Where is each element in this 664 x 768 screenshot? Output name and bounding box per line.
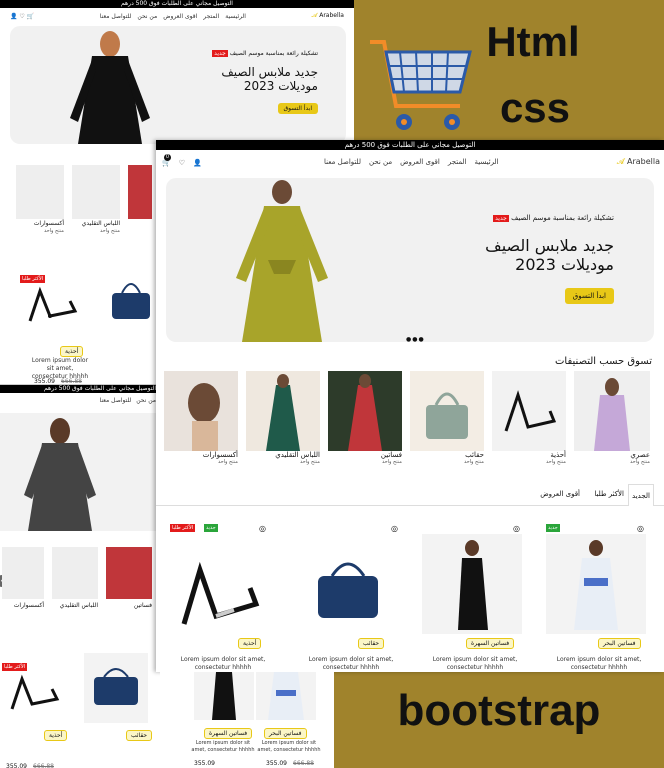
product-card-evening-dress[interactable]: ◎ فساتين السهرة Lorem ipsum dolor sit am…: [422, 524, 522, 671]
hero-title: جديد ملابس الصيف: [485, 236, 614, 255]
bag-image: [318, 562, 378, 618]
user-icon[interactable]: 👤: [193, 159, 202, 167]
shoe-image: [28, 286, 78, 322]
compare-icon[interactable]: ◎: [637, 524, 644, 533]
nav-links: للتواصل معنا من نحن اقوى العروض المتجر ا…: [324, 158, 499, 166]
hero-banner: تشكيلة رائعة بمناسبة موسم الصيف جديد جدي…: [10, 26, 346, 144]
nav-offers[interactable]: اقوى العروض: [400, 158, 440, 166]
shop-now-button[interactable]: ابدأ التسوق: [277, 103, 318, 114]
compare-icon[interactable]: ◎: [513, 524, 520, 533]
promo-text-bootstrap: bootstrap: [397, 686, 601, 735]
category-card-bags[interactable]: حقائب منتج واحد: [410, 371, 484, 465]
hero-model-image: [24, 418, 96, 531]
hero-model-image: [70, 31, 150, 144]
free-shipping-bar: التوصيل مجاني على الطلبات فوق 500 درهم: [156, 140, 664, 150]
category-thumb[interactable]: [128, 165, 152, 219]
hero-banner: [0, 413, 160, 531]
new-badge: جديد: [493, 215, 509, 222]
category-card-traditional[interactable]: اللباس التقليدي منتج واحد: [246, 371, 320, 465]
nav-icons[interactable]: 👤 ♡ 🛒: [10, 13, 34, 20]
promo-text-html: Html: [486, 18, 580, 65]
hero-tagline: تشكيلة رائعة بمناسبة موسم الصيف: [511, 214, 614, 222]
screenshot-desktop-front: التوصيل مجاني على الطلبات فوق 500 درهم 🛒…: [156, 140, 664, 672]
navbar: 🛒 0 ♡ 👤 للتواصل معنا من نحن اقوى العروض ا…: [156, 150, 664, 176]
shopping-cart-icon: [370, 40, 472, 130]
shop-now-button[interactable]: ابدأ التسوق: [564, 288, 614, 304]
free-shipping-bar: التوصيل مجاني على الطلبات فوق 500 درهم: [0, 0, 354, 8]
dress-image: [422, 534, 522, 634]
nav-links[interactable]: للتواصل معنا من نحن اقوى العروض المتجر ا…: [100, 13, 246, 20]
hero-model-image: [236, 180, 328, 342]
shoe-image: [181, 561, 260, 625]
category-card-shoes[interactable]: أحذية منتج واحد: [492, 371, 566, 465]
product-tabs: أقوى العروض الأكثر طلبا الجديد: [156, 484, 664, 506]
screenshot-tablet: التوصيل مجاني على الطلبات فوق 500 درهم ل…: [0, 384, 160, 768]
product-card-beach-dress[interactable]: جديد ◎ فساتين البحر Lorem ipsum dolor si…: [546, 524, 646, 671]
tab-offers[interactable]: أقوى العروض: [540, 490, 580, 498]
category-thumb[interactable]: [72, 165, 120, 219]
category-card-modern[interactable]: عصري منتج واحد: [574, 371, 650, 465]
category-card-dresses[interactable]: فساتين منتج واحد: [328, 371, 402, 465]
product-card-shoes[interactable]: الأكثر طلبا جديد ◎ أحذية Lorem ipsum dol…: [170, 524, 270, 671]
promo-text-css: css: [499, 84, 571, 131]
product-card[interactable]: الأكثر طلبا: [20, 265, 82, 335]
tab-new[interactable]: الجديد: [628, 484, 654, 506]
brand-logo[interactable]: 𝓐 Arabella: [617, 157, 660, 167]
compare-icon[interactable]: ◎: [259, 524, 266, 533]
hero-banner: تشكيلة رائعة بمناسبة موسم الصيف جديد جدي…: [166, 178, 654, 342]
section-title: تسوق حسب التصنيفات: [555, 356, 652, 367]
bag-image: [112, 283, 150, 319]
category-thumb[interactable]: [16, 165, 64, 219]
nav-home[interactable]: الرئيسية: [474, 158, 498, 166]
dress-image: [546, 534, 646, 634]
tab-best-selling[interactable]: الأكثر طلبا: [594, 490, 624, 498]
compare-icon[interactable]: ◎: [391, 524, 398, 533]
nav-about[interactable]: من نحن: [369, 158, 392, 166]
navbar: 👤 ♡ 🛒 للتواصل معنا من نحن اقوى العروض ال…: [0, 8, 354, 24]
hero-subtitle: موديلات 2023: [515, 255, 614, 274]
cart-icon[interactable]: 🛒 0: [162, 154, 171, 167]
screenshot-mobile-bottom: فساتين السهرة فساتين البحر Lorem ipsum d…: [160, 672, 334, 768]
nav-icons: 🛒 0 ♡ 👤: [162, 154, 202, 167]
nav-store[interactable]: المتجر: [448, 158, 467, 166]
carousel-dots[interactable]: ●●●: [406, 336, 425, 342]
category-card-accessories[interactable]: أكسسوارات منتج واحد: [164, 371, 238, 465]
product-card-bag[interactable]: ◎ حقائب Lorem ipsum dolor sit amet, cons…: [298, 524, 398, 671]
brand-logo[interactable]: 𝓐 Arabella: [312, 12, 344, 20]
heart-icon[interactable]: ♡: [179, 159, 185, 167]
product-card[interactable]: [106, 265, 154, 335]
nav-contact[interactable]: للتواصل معنا: [324, 158, 361, 166]
